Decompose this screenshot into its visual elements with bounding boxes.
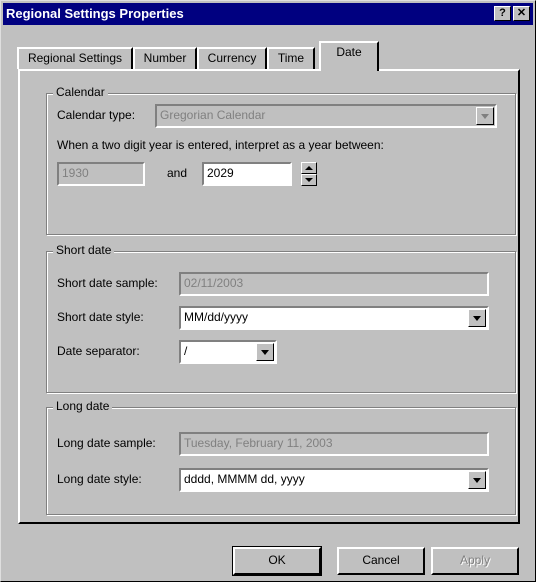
year-from-field: 1930 (57, 162, 145, 186)
long-date-style-dropdown[interactable]: dddd, MMMM dd, yyyy (179, 468, 489, 492)
chevron-down-icon (468, 471, 486, 489)
short-date-legend: Short date (53, 243, 115, 257)
year-spinner[interactable] (301, 162, 317, 186)
long-date-sample-value: Tuesday, February 11, 2003 (184, 436, 333, 450)
year-from-value: 1930 (62, 166, 89, 180)
apply-button[interactable]: Apply (431, 547, 519, 575)
chevron-down-icon (468, 309, 486, 327)
close-button[interactable]: ✕ (513, 6, 530, 21)
tab-regional-settings[interactable]: Regional Settings (17, 47, 133, 69)
chevron-down-icon (476, 107, 494, 125)
long-date-legend: Long date (53, 399, 113, 413)
short-date-style-label: Short date style: (57, 310, 144, 324)
dialog-window: Regional Settings Properties ? ✕ Regiona… (0, 0, 536, 582)
calendar-type-dropdown[interactable]: Gregorian Calendar (155, 104, 497, 128)
spin-up-icon[interactable] (301, 162, 317, 174)
short-date-style-dropdown[interactable]: MM/dd/yyyy (179, 306, 489, 330)
date-separator-value: / (184, 344, 188, 358)
year-to-field[interactable]: 2029 (202, 162, 292, 186)
long-date-style-label: Long date style: (57, 472, 142, 486)
date-separator-dropdown[interactable]: / (179, 340, 277, 364)
date-separator-label: Date separator: (57, 344, 140, 358)
date-tab-panel: Calendar Calendar type: Gregorian Calend… (18, 69, 520, 524)
help-button[interactable]: ? (494, 6, 511, 21)
tab-number[interactable]: Number (133, 47, 197, 69)
tab-time[interactable]: Time (267, 47, 315, 69)
short-date-group: Short date Short date sample: 02/11/2003… (46, 243, 516, 393)
two-digit-year-text: When a two digit year is entered, interp… (57, 138, 384, 152)
chevron-down-icon (256, 343, 274, 361)
title-bar[interactable]: Regional Settings Properties ? ✕ (3, 3, 533, 25)
short-date-sample-label: Short date sample: (57, 276, 158, 290)
long-date-style-value: dddd, MMMM dd, yyyy (184, 472, 305, 486)
tab-currency[interactable]: Currency (197, 47, 267, 69)
spin-down-icon[interactable] (301, 174, 317, 186)
calendar-type-label: Calendar type: (57, 108, 136, 122)
year-to-value: 2029 (207, 166, 234, 180)
tab-date[interactable]: Date (319, 41, 379, 71)
calendar-group: Calendar Calendar type: Gregorian Calend… (46, 85, 516, 235)
calendar-type-value: Gregorian Calendar (160, 108, 266, 122)
long-date-sample-label: Long date sample: (57, 436, 156, 450)
short-date-sample-field: 02/11/2003 (179, 272, 489, 296)
calendar-legend: Calendar (53, 85, 108, 99)
short-date-style-value: MM/dd/yyyy (184, 310, 249, 324)
short-date-sample-value: 02/11/2003 (184, 276, 244, 290)
cancel-button[interactable]: Cancel (337, 547, 425, 575)
and-label: and (167, 166, 188, 180)
long-date-sample-field: Tuesday, February 11, 2003 (179, 432, 489, 456)
long-date-group: Long date Long date sample: Tuesday, Feb… (46, 399, 516, 515)
window-title: Regional Settings Properties (6, 6, 184, 21)
ok-button[interactable]: OK (232, 546, 322, 576)
